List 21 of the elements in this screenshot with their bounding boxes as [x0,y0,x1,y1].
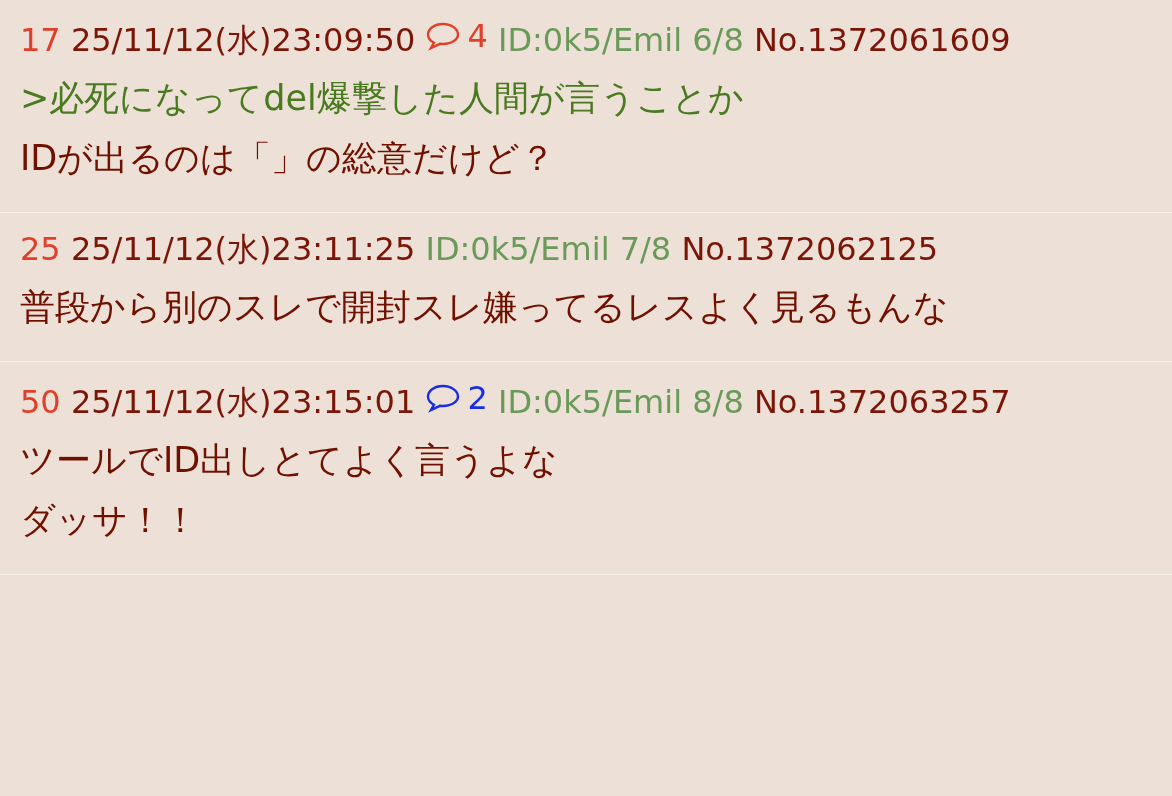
quoted-text: >必死になってdel爆撃した人間が言うことか [20,77,745,120]
poster-id: ID:0k5/Emil 6/8 [498,21,744,59]
reply-count[interactable]: 4 [425,14,488,58]
post-date: 25/11/12(水)23:15:01 [70,383,416,421]
post-no: No.1372063257 [753,383,1011,421]
post-text: IDが出るのは「」の総意だけど？ [20,137,557,180]
post-text: ツールでID出しとてよく言うよな [20,439,560,482]
speech-bubble-icon [425,21,462,51]
post-text: 普段から別のスレで開封スレ嫌ってるレスよく見るもんな [20,286,950,329]
post-no: No.1372062125 [681,230,939,268]
speech-bubble-icon [425,383,462,413]
post-number[interactable]: 25 [20,230,61,268]
poster-id: ID:0k5/Emil 7/8 [425,230,672,268]
post-number[interactable]: 17 [20,21,61,59]
reply-count[interactable]: 2 [425,376,488,420]
poster-id: ID:0k5/Emil 8/8 [498,383,744,421]
post-text: ダッサ！！ [20,499,199,542]
post-no: No.1372061609 [753,21,1011,59]
post-date: 25/11/12(水)23:09:50 [70,21,416,59]
post-number[interactable]: 50 [20,383,61,421]
post-date: 25/11/12(水)23:11:25 [70,230,416,268]
